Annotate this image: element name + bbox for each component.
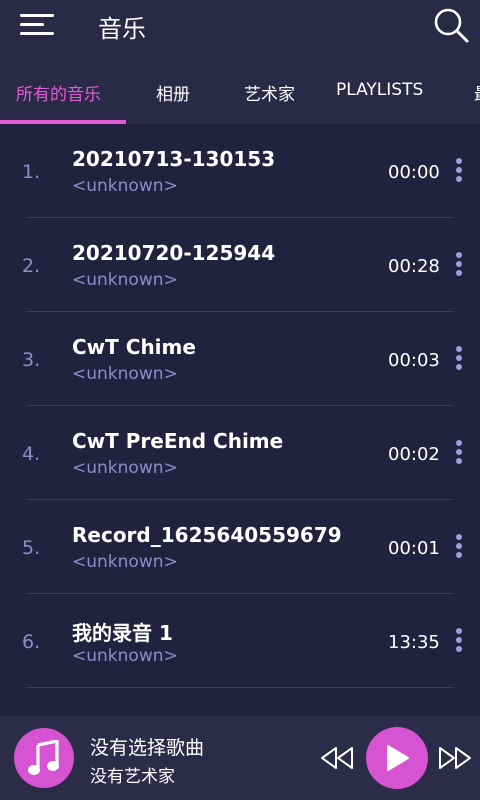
song-duration: 00:03	[388, 350, 440, 371]
song-duration: 00:28	[388, 256, 440, 277]
more-options-icon[interactable]	[450, 628, 468, 654]
song-row[interactable]: 5. Record_1625640559679 <unknown> 00:01	[0, 500, 480, 594]
song-artist: <unknown>	[72, 458, 178, 478]
top-app-bar: 音乐	[0, 0, 480, 52]
song-index: 1.	[22, 161, 41, 183]
song-index: 3.	[22, 349, 41, 371]
song-index: 4.	[22, 443, 41, 465]
song-duration: 00:02	[388, 444, 440, 465]
song-index: 2.	[22, 255, 41, 277]
tab-albums[interactable]: 相册	[156, 80, 190, 105]
more-options-icon[interactable]	[450, 534, 468, 560]
song-artist: <unknown>	[72, 176, 178, 196]
tab-all-music[interactable]: 所有的音乐	[16, 80, 101, 105]
tab-artists[interactable]: 艺术家	[244, 80, 295, 105]
song-row[interactable]: 1. 20210713-130153 <unknown> 00:00	[0, 124, 480, 218]
song-title: 我的录音 1	[72, 621, 173, 645]
song-title: 20210713-130153	[72, 147, 276, 171]
song-title: CwT Chime	[72, 335, 196, 359]
album-art[interactable]	[14, 728, 74, 788]
song-row[interactable]: 2. 20210720-125944 <unknown> 00:28	[0, 218, 480, 312]
fast-forward-icon[interactable]	[438, 746, 472, 770]
song-title: 20210720-125944	[72, 241, 276, 265]
more-options-icon[interactable]	[450, 346, 468, 372]
app-title: 音乐	[98, 15, 146, 43]
row-divider	[26, 687, 454, 688]
more-options-icon[interactable]	[450, 252, 468, 278]
tab-playlists[interactable]: PLAYLISTS	[336, 80, 423, 100]
now-playing-title: 没有选择歌曲	[90, 737, 205, 759]
play-icon	[387, 745, 409, 771]
song-artist: <unknown>	[72, 270, 178, 290]
song-row[interactable]: 6. 我的录音 1 <unknown> 13:35	[0, 594, 480, 688]
song-duration: 13:35	[388, 632, 440, 653]
song-title: CwT PreEnd Chime	[72, 429, 284, 453]
more-options-icon[interactable]	[450, 158, 468, 184]
more-options-icon[interactable]	[450, 440, 468, 466]
hamburger-menu-icon[interactable]	[20, 12, 56, 38]
song-index: 5.	[22, 537, 41, 559]
song-duration: 00:00	[388, 162, 440, 183]
song-artist: <unknown>	[72, 646, 178, 666]
song-row[interactable]: 4. CwT PreEnd Chime <unknown> 00:02	[0, 406, 480, 500]
song-artist: <unknown>	[72, 364, 178, 384]
song-duration: 00:01	[388, 538, 440, 559]
song-artist: <unknown>	[72, 552, 178, 572]
rewind-icon[interactable]	[320, 746, 354, 770]
song-index: 6.	[22, 631, 41, 653]
mini-player[interactable]: 没有选择歌曲 没有艺术家	[0, 716, 480, 800]
play-button[interactable]	[366, 727, 428, 789]
music-note-icon	[28, 740, 59, 775]
song-title: Record_1625640559679	[72, 523, 342, 547]
tab-bar: 所有的音乐 相册 艺术家 PLAYLISTS 最	[0, 52, 480, 124]
tab-recent[interactable]: 最	[474, 80, 480, 105]
now-playing-artist: 没有艺术家	[90, 767, 175, 787]
song-row[interactable]: 3. CwT Chime <unknown> 00:03	[0, 312, 480, 406]
search-icon[interactable]	[432, 6, 470, 44]
